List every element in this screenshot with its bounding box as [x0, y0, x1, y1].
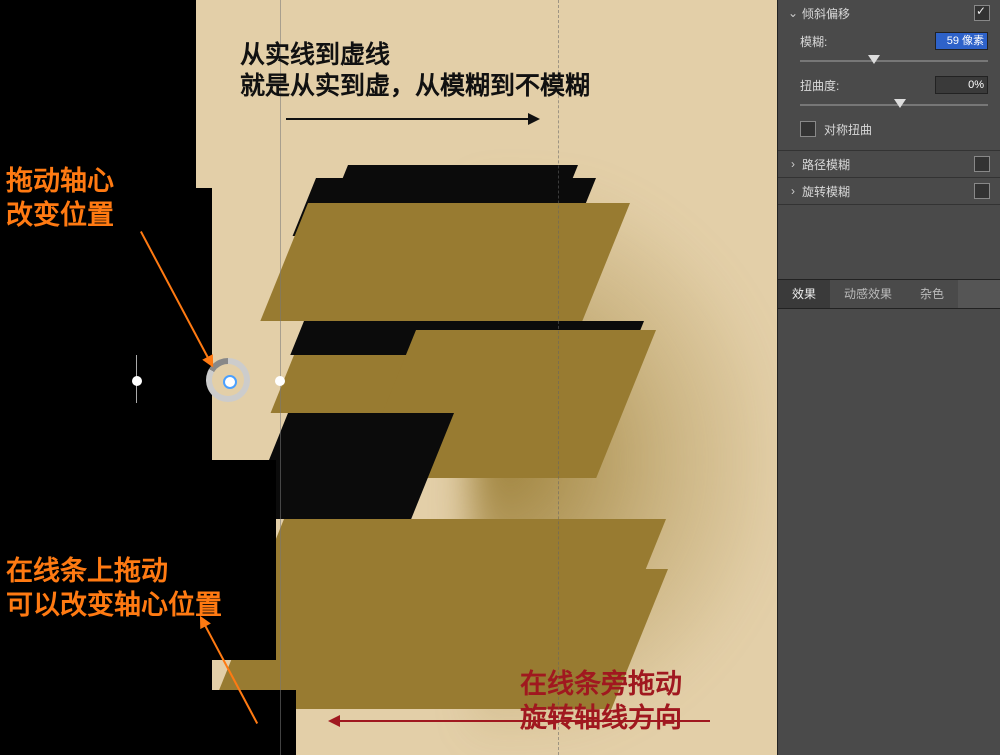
lower-tabs: 效果 动感效果 杂色	[778, 279, 1000, 309]
section-header-path[interactable]: › 路径模糊	[778, 151, 1000, 177]
mid-handle-dot[interactable]	[275, 376, 285, 386]
mask-piece	[196, 188, 212, 748]
tilt-dashed-guide[interactable]	[558, 0, 559, 755]
section-header-spin[interactable]: › 旋转模糊	[778, 178, 1000, 204]
shape-piece	[264, 519, 666, 569]
symmetric-distortion-checkbox[interactable]	[800, 121, 816, 137]
distortion-slider[interactable]	[800, 98, 988, 112]
left-handle-dot[interactable]	[132, 376, 142, 386]
shape-piece	[260, 203, 630, 321]
chevron-right-icon: ›	[788, 157, 798, 171]
tab-effect[interactable]: 效果	[778, 280, 830, 308]
section-title: 倾斜偏移	[802, 5, 850, 22]
canvas-wrap: 从实线到虚线 就是从实到虚，从模糊到不模糊 拖动轴心 改变位置 在线条上拖动 可…	[0, 0, 778, 755]
chevron-right-icon: ›	[788, 184, 798, 198]
section-title: 路径模糊	[802, 156, 850, 173]
tab-motion[interactable]: 动感效果	[830, 280, 906, 308]
tilt-hub-center[interactable]	[223, 375, 237, 389]
annotation-top: 从实线到虚线 就是从实到虚，从模糊到不模糊	[240, 40, 590, 103]
section-spin-blur: › 旋转模糊	[778, 178, 1000, 205]
section-tilt-shift: ⌄ 倾斜偏移 模糊: 59 像素 扭曲度: 0%	[778, 0, 1000, 151]
annotation-rotate-arrow	[330, 720, 710, 722]
properties-panel: ⌄ 倾斜偏移 模糊: 59 像素 扭曲度: 0%	[777, 0, 1000, 755]
spin-enable-checkbox[interactable]	[974, 183, 990, 199]
annotation-top-arrow	[286, 118, 538, 120]
annotation-line: 在线条上拖动 可以改变轴心位置	[6, 555, 222, 623]
blur-label: 模糊:	[800, 33, 844, 50]
section-header-tilt[interactable]: ⌄ 倾斜偏移	[778, 0, 1000, 26]
section-path-blur: › 路径模糊	[778, 151, 1000, 178]
tab-noise[interactable]: 杂色	[906, 280, 958, 308]
path-enable-checkbox[interactable]	[974, 156, 990, 172]
section-title: 旋转模糊	[802, 183, 850, 200]
blur-slider[interactable]	[800, 54, 988, 68]
tilt-enable-checkbox[interactable]	[974, 5, 990, 21]
chevron-down-icon: ⌄	[788, 6, 798, 20]
annotation-hub: 拖动轴心 改变位置	[6, 165, 114, 233]
distortion-value-field[interactable]: 0%	[935, 76, 988, 94]
symmetric-distortion-label: 对称扭曲	[824, 121, 872, 138]
distortion-label: 扭曲度:	[800, 77, 844, 94]
blur-value-field[interactable]: 59 像素	[935, 32, 988, 50]
annotation-rotate: 在线条旁拖动 旋转轴线方向	[520, 668, 682, 736]
